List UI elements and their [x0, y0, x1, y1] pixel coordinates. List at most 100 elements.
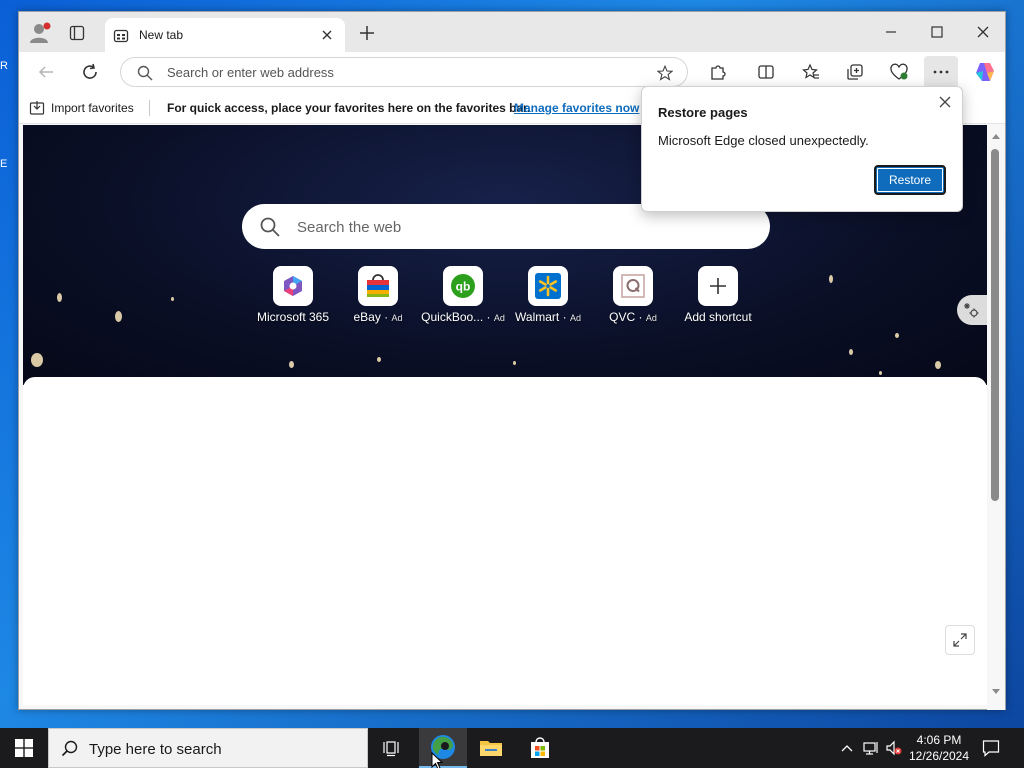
sparkle-decoration [829, 275, 833, 283]
content-feed-area [23, 377, 987, 705]
new-tab-plus-icon[interactable] [359, 25, 375, 41]
start-button[interactable] [0, 728, 48, 768]
search-icon [137, 65, 153, 81]
desktop-icon-label-fragment: E [0, 158, 8, 170]
import-favorites-button[interactable]: Import favorites [29, 99, 134, 117]
tab-strip: New tab [19, 12, 1005, 52]
settings-and-more-button[interactable] [924, 56, 958, 88]
taskbar-search-box[interactable]: Type here to search [48, 728, 368, 768]
shortcut-tile: qb [443, 266, 483, 306]
microsoft-365-icon [284, 276, 302, 296]
taskbar-file-explorer-app[interactable] [467, 728, 515, 768]
profile-avatar-icon[interactable] [29, 22, 51, 44]
taskbar-store-app[interactable] [516, 728, 564, 768]
search-icon [260, 217, 280, 237]
folder-icon [480, 741, 502, 756]
close-icon[interactable] [938, 95, 952, 109]
split-screen-icon[interactable] [757, 63, 775, 81]
scroll-up-arrow-icon[interactable] [991, 131, 1001, 141]
network-icon[interactable] [863, 740, 879, 756]
favorites-bar-message: For quick access, place your favorites h… [167, 101, 531, 115]
refresh-icon[interactable] [81, 63, 99, 81]
sparkle-decoration [849, 349, 853, 355]
address-bar[interactable] [120, 57, 688, 87]
sparkle-decoration [171, 297, 174, 301]
more-dots-icon [933, 70, 949, 74]
expand-feed-button[interactable] [945, 625, 975, 655]
volume-muted-icon[interactable] [886, 740, 902, 756]
popup-message: Microsoft Edge closed unexpectedly. [658, 133, 869, 148]
shortcut-tile [273, 266, 313, 306]
ad-badge: Ad [645, 313, 657, 323]
favorites-divider [149, 100, 150, 116]
walmart-spark-icon [535, 273, 561, 299]
maximize-icon[interactable] [929, 24, 945, 40]
desktop-icon-label-fragment: R [0, 60, 8, 72]
close-window-icon[interactable] [975, 24, 991, 40]
sparkle-decoration [879, 371, 882, 375]
web-search-input[interactable] [297, 216, 737, 238]
shortcut-add[interactable]: Add shortcut [673, 266, 763, 328]
sparkle-decoration [57, 293, 62, 302]
mouse-cursor-icon [431, 752, 443, 768]
shortcut-walmart[interactable]: Walmart · Ad [503, 266, 593, 328]
add-plus-icon [710, 278, 726, 294]
sparkle-settings-icon [964, 303, 979, 318]
favorites-icon[interactable] [802, 63, 820, 81]
import-favorites-label: Import favorites [51, 101, 134, 115]
page-scrollbar[interactable] [987, 125, 1005, 710]
minimize-icon[interactable] [883, 24, 899, 40]
browser-essentials-icon[interactable] [890, 63, 908, 81]
task-view-icon [383, 741, 399, 757]
manage-favorites-link[interactable]: Manage favorites now [514, 101, 639, 115]
shortcut-tile [528, 266, 568, 306]
copilot-icon[interactable] [974, 61, 996, 83]
shortcut-tile [613, 266, 653, 306]
taskbar-edge-app[interactable] [419, 728, 467, 768]
show-hidden-icons-chevron-icon[interactable] [839, 740, 855, 756]
ad-badge: Ad [569, 313, 581, 323]
shortcut-label: eBay [353, 310, 381, 324]
close-tab-icon[interactable] [319, 27, 335, 43]
tab-new-tab[interactable]: New tab [105, 18, 345, 52]
microsoft-store-icon [531, 737, 549, 758]
notification-center-icon[interactable] [982, 739, 1000, 757]
shortcut-label: Walmart [515, 310, 560, 324]
shortcut-quickbooks[interactable]: qb QuickBoo... · Ad [418, 266, 508, 328]
scroll-down-arrow-icon[interactable] [991, 687, 1001, 697]
shortcut-label: Microsoft 365 [256, 310, 330, 324]
shortcut-tile [358, 266, 398, 306]
search-icon [61, 740, 78, 757]
sparkle-decoration [289, 361, 294, 368]
windows-logo-icon [15, 739, 33, 757]
collections-icon[interactable] [846, 63, 864, 81]
sparkle-decoration [377, 357, 381, 362]
shortcut-label: QVC [609, 310, 636, 324]
expand-icon [953, 633, 967, 647]
sparkle-decoration [935, 361, 941, 369]
svg-text:qb: qb [456, 280, 471, 294]
import-icon [29, 101, 45, 115]
sparkle-decoration [115, 311, 122, 322]
add-favorite-star-icon[interactable] [657, 65, 673, 81]
address-input[interactable] [167, 62, 637, 82]
back-arrow-icon[interactable] [37, 63, 55, 81]
newtab-favicon-icon [113, 29, 129, 43]
shortcut-qvc[interactable]: QVC · Ad [588, 266, 678, 328]
system-clock[interactable]: 4:06 PM 12/26/2024 [904, 732, 974, 764]
shortcut-label: QuickBoo... [421, 310, 484, 324]
shortcut-ebay[interactable]: eBay · Ad [333, 266, 423, 328]
clock-time: 4:06 PM [916, 733, 962, 747]
new-tab-page: Microsoft 365 eBay · Ad [23, 125, 987, 705]
sparkle-decoration [513, 361, 516, 365]
restore-button[interactable]: Restore [874, 165, 946, 195]
task-view-button[interactable] [368, 728, 416, 768]
restore-pages-popup: Restore pages Microsoft Edge closed unex… [641, 86, 963, 212]
shortcut-microsoft-365[interactable]: Microsoft 365 [248, 266, 338, 328]
windows-taskbar: Type here to search 4:06 PM 12/26/2024 [0, 728, 1024, 768]
shortcut-tile [698, 266, 738, 306]
extensions-puzzle-icon[interactable] [709, 63, 727, 81]
tab-actions-icon[interactable] [69, 25, 85, 41]
background-settings-button[interactable] [957, 295, 987, 325]
scrollbar-thumb[interactable] [991, 149, 999, 501]
